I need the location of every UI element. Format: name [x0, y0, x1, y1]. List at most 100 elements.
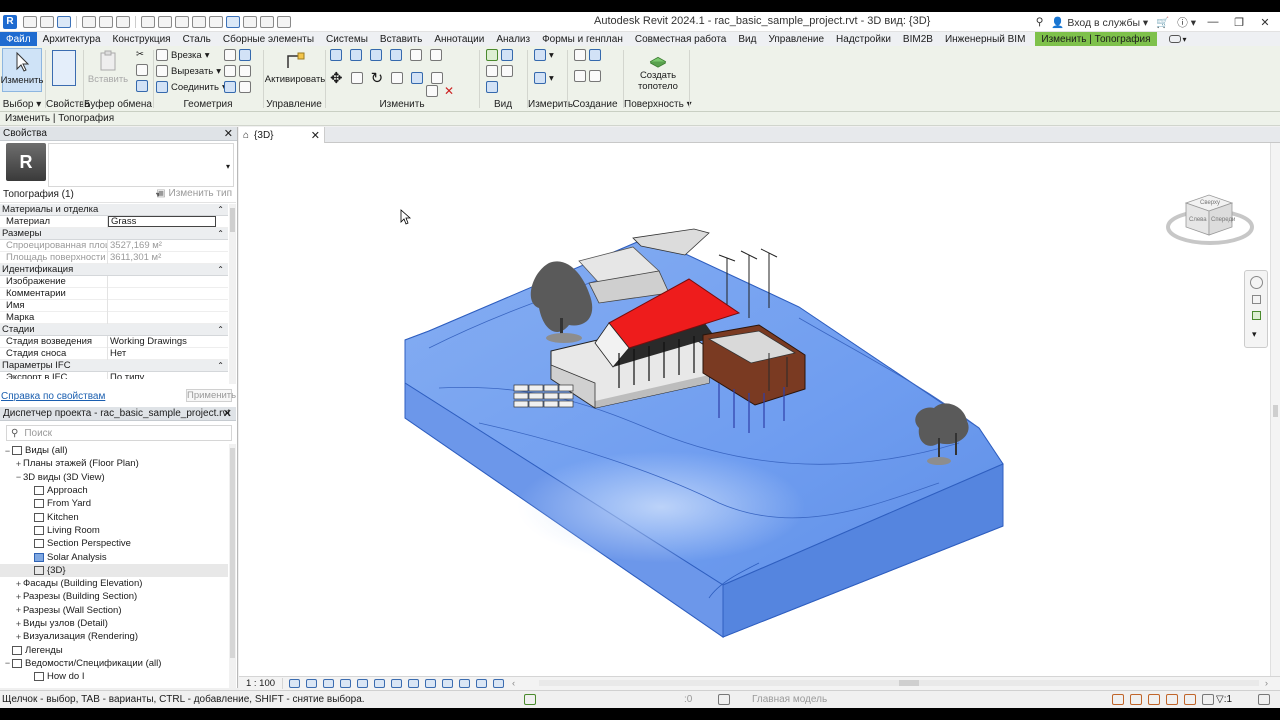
tree-item[interactable]: + Визуализация (Rendering) [0, 630, 228, 643]
tab-1[interactable]: Архитектура [37, 32, 107, 46]
tab-5[interactable]: Системы [320, 32, 374, 46]
geometry-tools[interactable] [224, 49, 251, 61]
close-hidden-windows-icon[interactable] [260, 15, 274, 28]
signin-button[interactable]: 👤 Вход в службы ▾ [1051, 16, 1148, 29]
property-row[interactable]: Комментарии [0, 287, 228, 300]
worksets-icon[interactable] [524, 694, 536, 705]
tab-16[interactable]: Изменить | Топография [1035, 32, 1157, 46]
select-links-icon[interactable] [1112, 694, 1124, 705]
trim-icon[interactable] [430, 49, 442, 61]
expand-icon[interactable]: + [14, 632, 23, 642]
panel-surface-label[interactable]: Поверхность ▾ [624, 99, 692, 110]
open-icon[interactable] [23, 15, 37, 28]
search-help-icon[interactable]: ⚲ [1036, 16, 1044, 28]
save-icon[interactable] [40, 15, 54, 28]
select-by-face-icon[interactable] [1166, 694, 1178, 705]
trim-extend-icon[interactable] [391, 72, 404, 84]
tree-item[interactable]: How do I [0, 670, 228, 683]
expand-icon[interactable]: + [14, 605, 23, 615]
drawing-area[interactable]: Сверху Слева Спереди [239, 143, 1270, 676]
scroll-right-icon[interactable]: › [1265, 678, 1268, 689]
copy-element-icon[interactable] [350, 72, 363, 84]
tab-3d-view[interactable]: ⌂ {3D} ✕ [239, 127, 325, 143]
tree-item[interactable]: Легенды [0, 643, 228, 656]
browser-search-input[interactable]: ⚲ Поиск [6, 425, 232, 441]
collapse-icon[interactable]: − [14, 472, 23, 482]
array-icon[interactable] [411, 72, 424, 84]
cut-geometry-button[interactable]: Вырезать ▾ [156, 65, 221, 77]
collapse-icon[interactable]: ⌃ [217, 205, 224, 214]
property-group[interactable]: Идентификация ⌃ [0, 264, 228, 276]
tab-2[interactable]: Конструкция [107, 32, 177, 46]
filter-icon[interactable]: ▽:1 [1216, 694, 1232, 705]
undo-icon[interactable] [82, 15, 96, 28]
view-tools-3[interactable] [486, 81, 498, 93]
expand-icon[interactable]: + [14, 459, 23, 469]
properties-close-icon[interactable]: ✕ [224, 127, 233, 140]
active-model-field[interactable]: Главная модель [752, 694, 827, 705]
reveal-hidden-icon[interactable] [442, 679, 453, 688]
collapse-icon[interactable]: − [3, 446, 12, 456]
edit-type-button[interactable]: ▣ Изменить тип [156, 188, 232, 199]
properties-icon[interactable] [52, 50, 76, 86]
tree-item[interactable]: + Виды узлов (Detail) [0, 617, 228, 630]
sun-path-icon[interactable] [323, 679, 334, 688]
tree-item[interactable]: + Разрезы (Building Section) [0, 590, 228, 603]
tree-item[interactable]: Section Perspective [0, 537, 228, 550]
tree-item[interactable]: + Фасады (Building Elevation) [0, 577, 228, 590]
material-input[interactable]: Grass [108, 216, 216, 227]
drag-elements-icon[interactable] [1184, 694, 1196, 705]
view-tools[interactable] [486, 49, 513, 61]
properties-help-link[interactable]: Справка по свойствам [1, 391, 105, 402]
panel-select-label[interactable]: Выбор ▾ [0, 99, 44, 110]
delete-icon[interactable]: ✕ [444, 84, 454, 98]
match-type-icon[interactable] [136, 80, 148, 92]
properties-scrollbar[interactable] [229, 204, 236, 384]
property-group[interactable]: Параметры IFC ⌃ [0, 360, 228, 372]
geometry-tools-3[interactable] [224, 81, 251, 93]
type-preview-box[interactable]: ▾ [48, 143, 234, 187]
dimension-aligned-icon[interactable]: ▾ [534, 72, 554, 84]
pin-icon[interactable] [426, 85, 438, 97]
analytical-model-icon[interactable] [476, 679, 487, 688]
text-icon[interactable] [192, 15, 206, 28]
tab-6[interactable]: Вставить [374, 32, 428, 46]
cart-icon[interactable]: 🛒 [1156, 16, 1169, 29]
property-group[interactable]: Стадии ⌃ [0, 324, 228, 336]
cut-icon[interactable]: ✂ [136, 49, 144, 60]
tree-item[interactable]: − Виды (all) [0, 444, 228, 457]
default-3d-view-icon[interactable] [209, 15, 223, 28]
copy-icon[interactable] [136, 64, 148, 76]
tab-3[interactable]: Сталь [177, 32, 217, 46]
tab-15[interactable]: Инженерный BIM [939, 32, 1031, 46]
crop-view-icon[interactable] [374, 679, 385, 688]
property-group[interactable]: Размеры ⌃ [0, 228, 228, 240]
revit-app-icon[interactable]: R [3, 14, 17, 29]
shadows-icon[interactable] [340, 679, 351, 688]
tab-8[interactable]: Анализ [490, 32, 536, 46]
property-row[interactable]: Экспорт в IFC По типу [0, 371, 228, 379]
tab-12[interactable]: Управление [762, 32, 830, 46]
view-tools-2[interactable] [486, 65, 513, 77]
property-row[interactable]: Марка [0, 311, 228, 324]
property-row[interactable]: Стадия сноса Нет [0, 347, 228, 360]
help-button[interactable]: ⓘ ▾ [1177, 15, 1196, 30]
tab-4[interactable]: Сборные элементы [217, 32, 320, 46]
sync-icon[interactable] [57, 15, 71, 28]
align-icon[interactable] [330, 49, 342, 61]
redo-icon[interactable] [99, 15, 113, 28]
create-tools-2[interactable] [574, 70, 601, 82]
tab-13[interactable]: Надстройки [830, 32, 897, 46]
view-scale[interactable]: 1 : 100 [239, 678, 283, 689]
browser-scrollbar[interactable] [229, 444, 236, 688]
tab-0[interactable]: Файл [0, 32, 37, 46]
tree-item[interactable]: + Разрезы (Wall Section) [0, 604, 228, 617]
navigation-menu-icon[interactable]: ▾ [1252, 329, 1257, 340]
cut-into-button[interactable]: Врезка ▾ [156, 49, 209, 61]
model-3d-view[interactable]: Сверху Слева Спереди [239, 143, 1270, 676]
collapse-icon[interactable]: ⌃ [217, 229, 224, 238]
browser-close-icon[interactable]: ✕ [223, 407, 232, 420]
mirror-draw-icon[interactable] [390, 49, 402, 61]
lock-view-icon[interactable] [408, 679, 419, 688]
zoom-region-icon[interactable] [1252, 295, 1261, 304]
